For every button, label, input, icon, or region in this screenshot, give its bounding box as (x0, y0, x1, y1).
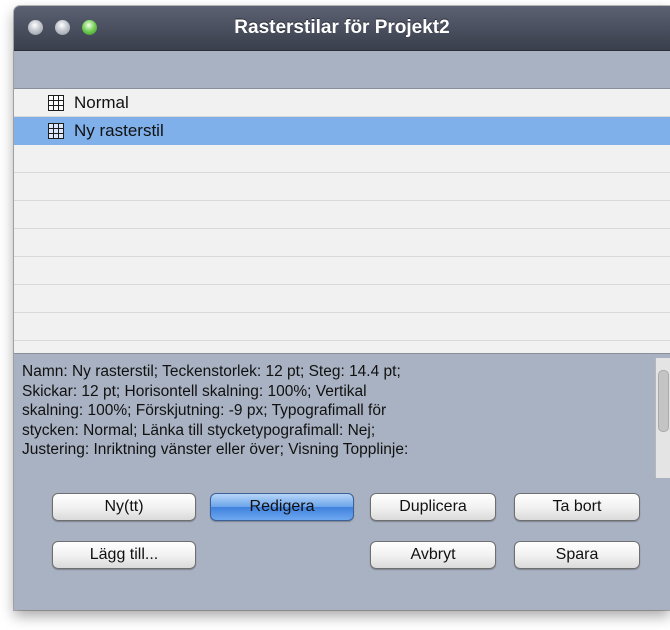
description-line: stycken: Normal; Länka till stycketypogr… (22, 421, 376, 439)
grid-icon (48, 123, 64, 139)
cancel-button[interactable]: Avbryt (370, 541, 496, 569)
description-line: Skickar: 12 pt; Horisontell skalning: 10… (22, 382, 367, 400)
delete-button[interactable]: Ta bort (514, 493, 640, 521)
style-description: Namn: Ny rasterstil; Teckenstorlek: 12 p… (22, 362, 650, 474)
description-scrollbar[interactable] (655, 358, 670, 478)
dialog-window: Rasterstilar för Projekt2 Normal Ny rast… (14, 6, 670, 610)
list-item-normal[interactable]: Normal (14, 89, 670, 117)
window-title: Rasterstilar för Projekt2 (234, 17, 450, 38)
list-item-label: Ny rasterstil (74, 121, 164, 140)
description-line: skalning: 100%; Förskjutning: -9 px; Typ… (22, 402, 387, 419)
edit-button[interactable]: Redigera (210, 493, 354, 521)
grid-styles-list[interactable]: Normal Ny rasterstil (14, 88, 670, 354)
grid-icon (48, 95, 64, 111)
scrollbar-thumb[interactable] (658, 370, 669, 432)
list-item-label: Normal (74, 93, 129, 112)
description-line: Justering: Inriktning vänster eller över… (22, 441, 409, 458)
description-line: Namn: Ny rasterstil; Teckenstorlek: 12 p… (22, 363, 401, 380)
new-button[interactable]: Ny(tt) (52, 493, 196, 521)
list-item-ny-rasterstil[interactable]: Ny rasterstil (14, 117, 670, 145)
duplicate-button[interactable]: Duplicera (370, 493, 496, 521)
title-bar[interactable]: Rasterstilar för Projekt2 (14, 6, 670, 51)
save-button[interactable]: Spara (514, 541, 640, 569)
add-button[interactable]: Lägg till... (52, 541, 196, 569)
